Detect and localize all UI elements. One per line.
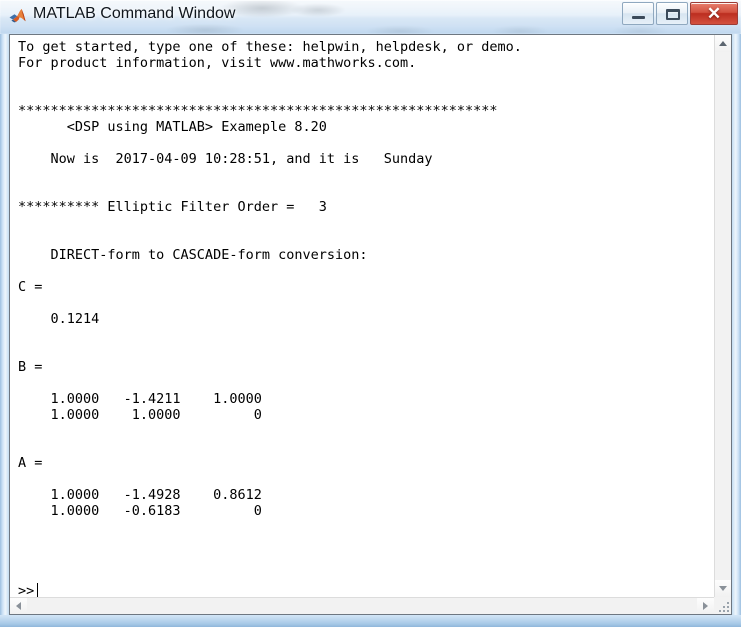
scroll-down-button[interactable] xyxy=(715,580,731,597)
frame-border-bottom xyxy=(0,615,741,627)
arrow-down-icon xyxy=(719,586,727,591)
resize-grip-icon[interactable] xyxy=(717,600,729,612)
title-bar[interactable]: MATLAB Command Window ✕ xyxy=(0,0,741,34)
window-controls: ✕ xyxy=(622,2,738,27)
horizontal-scrollbar[interactable] xyxy=(10,597,714,614)
arrow-up-icon xyxy=(719,41,727,46)
console-text: To get started, type one of these: helpw… xyxy=(18,39,522,519)
scroll-up-button[interactable] xyxy=(715,35,731,52)
minimize-icon xyxy=(632,16,645,19)
maximize-button[interactable] xyxy=(656,2,688,25)
client-area: To get started, type one of these: helpw… xyxy=(9,34,732,615)
window-title: MATLAB Command Window xyxy=(33,5,236,22)
scrollbar-corner xyxy=(714,597,731,614)
scroll-right-button[interactable] xyxy=(697,598,714,614)
minimize-button[interactable] xyxy=(622,2,654,25)
close-button[interactable]: ✕ xyxy=(690,2,738,25)
maximize-icon xyxy=(666,9,680,20)
arrow-left-icon xyxy=(16,602,21,610)
text-cursor xyxy=(37,583,39,597)
command-prompt-row[interactable]: >> xyxy=(18,583,39,597)
close-icon: ✕ xyxy=(706,4,722,23)
arrow-right-icon xyxy=(703,602,708,610)
command-window-output[interactable]: To get started, type one of these: helpw… xyxy=(10,35,714,597)
scroll-left-button[interactable] xyxy=(10,598,27,614)
frame-border-right xyxy=(732,34,741,627)
window-frame: To get started, type one of these: helpw… xyxy=(0,34,741,627)
matlab-membrane-icon xyxy=(9,9,26,23)
matlab-command-window: MATLAB Command Window ✕ To get started, … xyxy=(0,0,741,627)
prompt-symbol: >> xyxy=(18,583,35,597)
vertical-scrollbar[interactable] xyxy=(714,35,731,597)
frame-border-left xyxy=(0,34,9,627)
